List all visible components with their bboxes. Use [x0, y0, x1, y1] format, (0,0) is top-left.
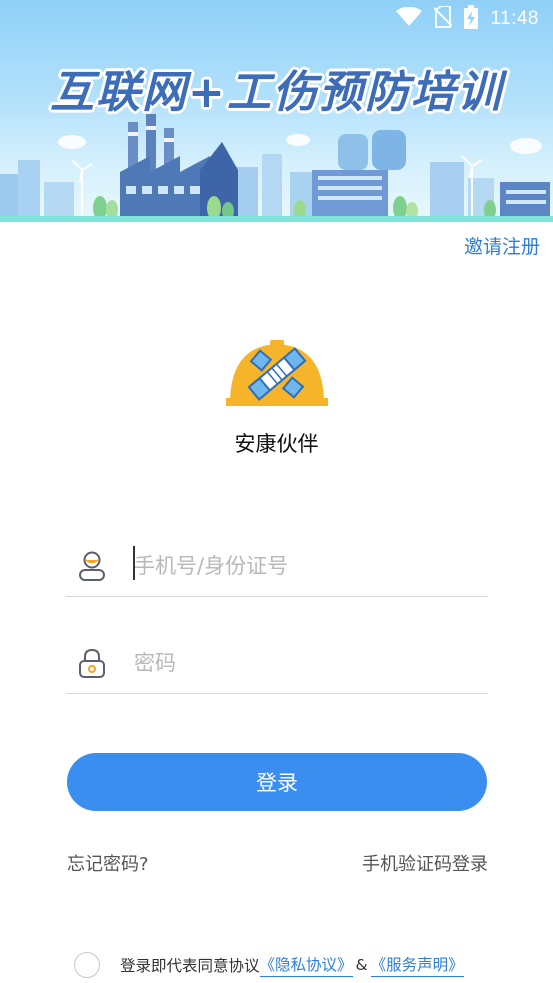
header-banner: 11:48 互联网+工伤预防培训	[0, 0, 553, 222]
helmet-handshake-icon	[226, 338, 328, 408]
phone-id-input[interactable]	[122, 554, 488, 578]
agreement-amp: &	[355, 956, 368, 974]
cityscape-illustration	[0, 114, 553, 222]
battery-charging-icon	[464, 5, 479, 33]
agreement-radio[interactable]	[74, 952, 100, 978]
wifi-icon	[396, 6, 423, 31]
banner-title: 互联网+工伤预防培训	[50, 67, 503, 118]
agreement-text: 登录即代表同意协议	[120, 957, 260, 975]
invite-register-link[interactable]: 邀请注册	[464, 232, 540, 259]
user-icon	[66, 551, 122, 581]
agreement-row: 登录即代表同意协议 《隐私协议》 & 《服务声明》	[74, 950, 464, 980]
privacy-policy-link[interactable]: 《隐私协议》	[259, 953, 353, 977]
status-time: 11:48	[490, 8, 539, 29]
password-field	[66, 633, 488, 694]
phone-id-field	[66, 536, 488, 597]
app-name: 安康伙伴	[234, 432, 319, 456]
login-button[interactable]: 登录	[67, 753, 487, 811]
text-cursor	[133, 546, 135, 580]
service-terms-link[interactable]: 《服务声明》	[370, 953, 464, 977]
no-sim-icon	[433, 5, 454, 32]
lock-icon	[66, 648, 122, 678]
forgot-password-link[interactable]: 忘记密码?	[67, 850, 149, 876]
status-bar: 11:48	[0, 0, 553, 38]
sms-login-link[interactable]: 手机验证码登录	[362, 850, 488, 876]
password-input[interactable]	[122, 651, 488, 675]
